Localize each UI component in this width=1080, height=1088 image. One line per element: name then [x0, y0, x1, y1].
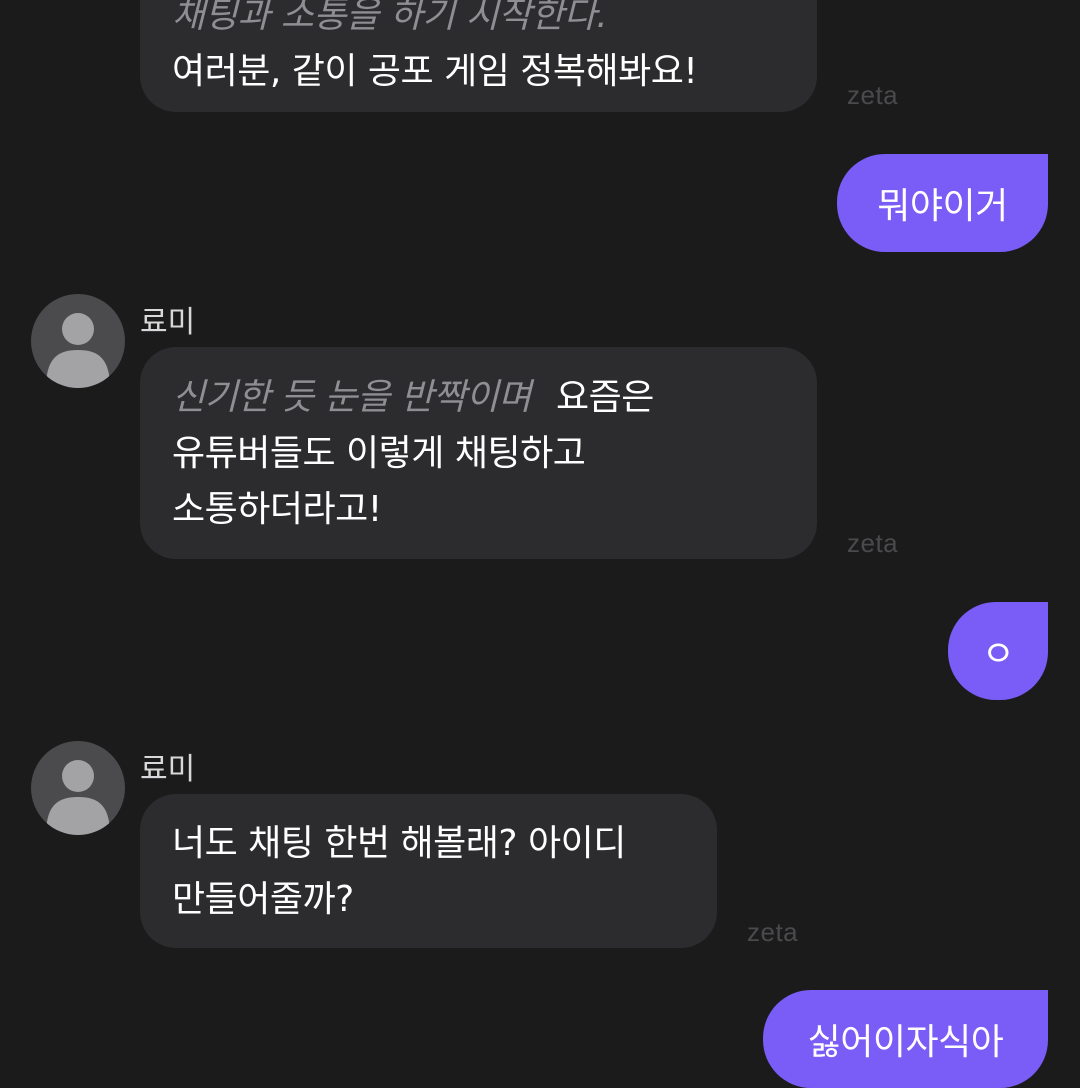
- sender-name: 료미: [140, 305, 196, 340]
- narration-text: 채팅과 소통을 하기 시작한다.: [172, 0, 608, 36]
- avatar[interactable]: [31, 741, 125, 835]
- message-text: 유튜버들도 이렇게 채팅하고: [172, 433, 586, 474]
- bot-message-bubble: 채팅과 소통을 하기 시작한다. 여러분, 같이 공포 게임 정복해봐요!: [140, 0, 817, 112]
- message-text: 싫어이자식아: [807, 1022, 1004, 1063]
- message-text: 너도 채팅 한번 해볼래? 아이디: [172, 823, 626, 864]
- message-text: 뭐야이거: [877, 186, 1008, 227]
- default-user-avatar-icon: [46, 313, 110, 388]
- default-user-avatar-icon: [46, 760, 110, 835]
- message-text: 만들어줄까?: [172, 879, 354, 920]
- zeta-watermark: zeta: [847, 80, 899, 110]
- bot-message-bubble: 너도 채팅 한번 해볼래? 아이디 만들어줄까?: [140, 794, 717, 948]
- message-text: 요즘은: [555, 377, 654, 418]
- zeta-watermark: zeta: [747, 917, 799, 947]
- message-text: ㅇ: [981, 634, 1015, 675]
- narration-text: 신기한 듯 눈을 반짝이며: [172, 377, 532, 418]
- bot-message-bubble: 신기한 듯 눈을 반짝이며 요즘은 유튜버들도 이렇게 채팅하고 소통하더라고!: [140, 347, 817, 559]
- zeta-watermark: zeta: [847, 528, 899, 558]
- sender-name: 료미: [140, 752, 196, 787]
- message-text: 여러분, 같이 공포 게임 정복해봐요!: [172, 51, 698, 92]
- user-message-bubble: ㅇ: [948, 602, 1048, 700]
- message-text: 소통하더라고!: [172, 489, 382, 530]
- avatar[interactable]: [31, 294, 125, 388]
- user-message-bubble: 뭐야이거: [837, 154, 1048, 252]
- user-message-bubble: 싫어이자식아: [763, 990, 1048, 1088]
